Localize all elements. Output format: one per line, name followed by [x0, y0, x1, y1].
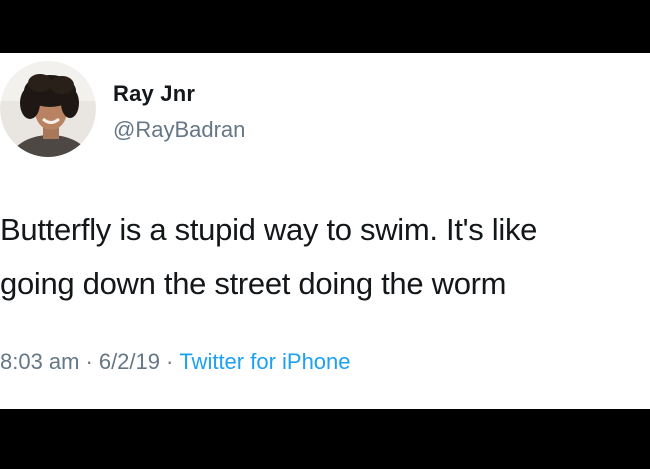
tweet-card: Ray Jnr @RayBadran Butterfly is a stupid… [0, 53, 650, 409]
avatar[interactable] [0, 61, 96, 157]
screenshot-frame: Ray Jnr @RayBadran Butterfly is a stupid… [0, 0, 650, 469]
tweet-time[interactable]: 8:03 am [0, 349, 80, 374]
tweet-text-line-1: Butterfly is a stupid way to swim. It's … [0, 212, 538, 247]
avatar-image [0, 61, 96, 157]
author-handle[interactable]: @RayBadran [113, 117, 245, 143]
author-display-name[interactable]: Ray Jnr [113, 81, 195, 107]
meta-separator: · [85, 349, 93, 374]
tweet-text: Butterfly is a stupid way to swim. It's … [0, 203, 650, 311]
tweet-text-line-2: going down the street doing the worm [0, 266, 507, 301]
tweet-source-link[interactable]: Twitter for iPhone [179, 349, 350, 374]
tweet-meta: 8:03 am · 6/2/19 · Twitter for iPhone [0, 349, 351, 375]
tweet-date[interactable]: 6/2/19 [99, 349, 160, 374]
meta-separator: · [166, 349, 174, 374]
